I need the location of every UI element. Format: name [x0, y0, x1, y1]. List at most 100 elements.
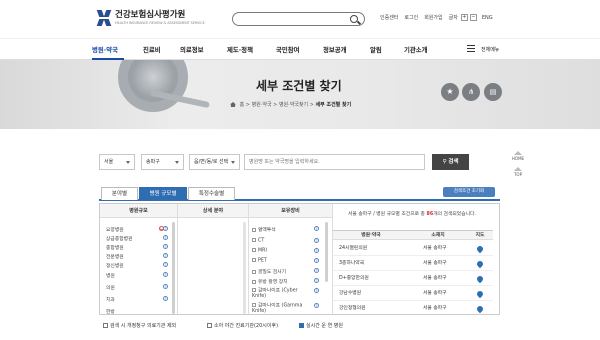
scrollbar[interactable] — [172, 222, 175, 314]
size-item[interactable]: 전문병원 — [106, 253, 124, 260]
result-row[interactable]: 강인정형의원 서울 송파구 — [333, 302, 493, 314]
map-pin-icon[interactable] — [475, 289, 485, 299]
checkbox[interactable] — [103, 323, 108, 328]
map-pin-icon[interactable] — [475, 244, 485, 254]
keyword-input[interactable]: 병원명 또는 약국명을 입력하세요. — [244, 154, 425, 170]
help-icon[interactable]: ? — [314, 238, 319, 243]
search-button[interactable]: ⚲ 검색 — [432, 154, 469, 170]
hamburger-icon[interactable] — [467, 45, 475, 52]
home-shortcut[interactable]: HOME — [509, 151, 527, 161]
result-name[interactable]: 3층하나약국 — [339, 257, 364, 271]
help-icon[interactable]: ? — [314, 226, 319, 231]
share-button[interactable]: ⋔ — [462, 83, 480, 101]
favorite-button[interactable]: ★ — [441, 83, 459, 101]
checkbox[interactable] — [252, 288, 256, 292]
help-icon[interactable]: ? — [163, 296, 168, 301]
checkbox[interactable] — [252, 279, 256, 284]
size-item[interactable]: 치과 — [106, 296, 115, 303]
region-select-district[interactable]: 송파구 — [141, 154, 184, 170]
help-icon[interactable]: ? — [163, 272, 168, 277]
help-icon[interactable]: ? — [314, 248, 319, 253]
help-icon[interactable]: ? — [163, 262, 168, 267]
result-row[interactable]: 24시열린의원 서울 송파구 — [333, 242, 493, 256]
breadcrumb-home[interactable]: 홈 — [240, 102, 245, 108]
all-menu-link[interactable]: 전체메뉴 — [481, 46, 499, 53]
nav-about[interactable]: 기관소개 — [404, 45, 428, 54]
equipment-item[interactable]: 골밀도 검사기 — [252, 268, 286, 275]
nav-policy[interactable]: 제도·정책 — [227, 45, 253, 54]
equipment-item[interactable]: PET — [252, 258, 267, 264]
nav-medical-cost[interactable]: 진료비 — [143, 45, 161, 54]
result-row[interactable]: 3층하나약국 서울 송파구 — [333, 257, 493, 271]
result-name[interactable]: 강인정형의원 — [339, 302, 365, 314]
language-link[interactable]: ENG — [482, 15, 493, 21]
home-icon[interactable] — [230, 102, 236, 107]
checkbox[interactable] — [252, 258, 256, 262]
nav-disclosure[interactable]: 정보공개 — [323, 45, 347, 54]
equipment-item[interactable]: 감마나이프 (Gamma Knife) — [252, 303, 308, 314]
nav-participation[interactable]: 국민참여 — [276, 45, 300, 54]
help-icon[interactable]: ? — [314, 303, 319, 308]
breadcrumb-find[interactable]: 병원·약국찾기 — [279, 102, 308, 108]
checkbox[interactable] — [252, 303, 256, 307]
result-name[interactable]: 24시열린의원 — [339, 242, 367, 256]
equipment-item[interactable]: MRI — [252, 248, 267, 254]
size-item[interactable]: 요양병원 — [106, 226, 124, 233]
region-select-town[interactable]: 읍/면/동/로 선택 — [189, 154, 240, 170]
size-item[interactable]: 한방 — [106, 308, 115, 314]
zoom-out-button[interactable]: − — [469, 14, 477, 21]
equipment-item[interactable]: 혈액투석 — [252, 226, 276, 233]
tab-surgery[interactable]: 특정수술별 — [188, 187, 235, 200]
size-item[interactable]: 상급종합병원 — [106, 235, 132, 242]
option-pediatric-night[interactable]: 소아 야간 진료기관(20시이후) — [207, 322, 278, 329]
region-select-city[interactable]: 서울 — [99, 154, 135, 170]
map-pin-icon[interactable] — [475, 259, 485, 269]
size-item[interactable]: 의원 — [106, 284, 115, 291]
tab-field[interactable]: 분야별 — [101, 187, 138, 200]
global-search-input[interactable] — [232, 12, 365, 26]
help-icon[interactable]: ? — [314, 258, 319, 263]
checkbox[interactable] — [252, 238, 256, 242]
nav-medical-info[interactable]: 의료정보 — [180, 45, 204, 54]
nav-hospital-pharmacy[interactable]: 병원·약국 — [92, 45, 118, 54]
checkbox[interactable] — [207, 323, 212, 328]
scrollbar[interactable] — [325, 222, 328, 282]
help-icon[interactable]: ? — [163, 253, 168, 258]
print-button[interactable]: ▤ — [484, 83, 502, 101]
top-shortcut[interactable]: TOP — [509, 167, 527, 177]
nav-notice[interactable]: 알림 — [370, 45, 382, 54]
result-row[interactable]: 강남수병원 서울 송파구 — [333, 287, 493, 301]
size-item[interactable]: 정신병원 — [106, 262, 124, 269]
size-item[interactable]: 병원 — [106, 272, 115, 279]
help-icon[interactable]: ? — [163, 284, 168, 289]
logo[interactable]: 건강보험심사평가원 HEALTH INSURANCE REVIEW & ASSE… — [96, 10, 205, 26]
map-pin-icon[interactable] — [475, 274, 485, 284]
cert-center-link[interactable]: 인증센터 — [380, 14, 398, 21]
help-icon[interactable]: ? — [314, 268, 319, 273]
map-pin-icon[interactable] — [475, 304, 485, 314]
checkbox-checked[interactable] — [299, 323, 304, 328]
equipment-item[interactable]: 유방 촬영 장치 — [252, 278, 288, 285]
option-realtime-open[interactable]: 실시간 운 연 병원 — [299, 322, 343, 329]
checkbox[interactable] — [252, 269, 256, 274]
size-item[interactable]: 종합병원 — [106, 244, 124, 251]
result-row[interactable]: D+중앙한의원 서울 송파구 — [333, 272, 493, 286]
equipment-item[interactable]: CT — [252, 238, 264, 244]
checkbox[interactable] — [252, 248, 256, 252]
signup-link[interactable]: 회원가입 — [424, 14, 442, 21]
login-link[interactable]: 로그인 — [404, 14, 418, 21]
breadcrumb-hospital[interactable]: 병원·약국 — [252, 102, 272, 108]
result-name[interactable]: D+중앙한의원 — [339, 272, 369, 286]
help-icon[interactable]: ? — [314, 278, 319, 283]
reset-conditions-button[interactable]: 검색조건 초기화 — [443, 187, 495, 197]
help-icon[interactable]: ? — [163, 244, 168, 249]
tab-hospital-size[interactable]: 병원 규모별 — [139, 187, 187, 200]
help-icon[interactable]: ? — [163, 226, 168, 231]
help-icon[interactable]: ? — [314, 288, 319, 293]
help-icon[interactable]: ? — [163, 235, 168, 240]
scrollbar[interactable] — [243, 222, 246, 314]
result-name[interactable]: 강남수병원 — [339, 287, 361, 301]
option-exclude-claim[interactable]: 검색 시 개정청구 의료기관 제외 — [103, 322, 176, 329]
checkbox[interactable] — [252, 227, 256, 232]
search-icon[interactable] — [350, 15, 358, 23]
